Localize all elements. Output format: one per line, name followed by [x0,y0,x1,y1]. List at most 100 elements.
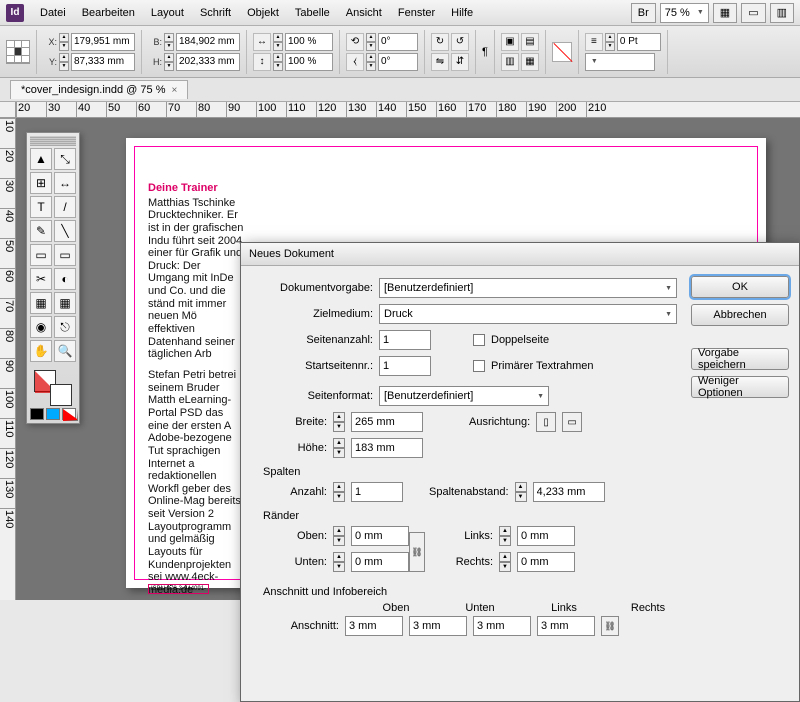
gutter-spinner[interactable]: ▲▼ [515,482,527,502]
count-input[interactable] [351,482,403,502]
margin-left-spinner[interactable]: ▲▼ [499,526,511,546]
rot-input[interactable] [378,33,418,51]
height-spinner[interactable]: ▲▼ [333,438,345,458]
bridge-button[interactable]: Br [631,3,656,23]
rotate-cw-icon[interactable]: ↻ [431,33,449,51]
rot-spinner[interactable]: ▲▼ [366,33,376,51]
bleed-left-input[interactable] [473,616,531,636]
flip-h-icon[interactable]: ⇋ [431,53,449,71]
menu-bearbeiten[interactable]: Bearbeiten [74,3,143,23]
margin-top-input[interactable] [351,526,409,546]
tool-14[interactable]: ◉ [30,316,52,338]
primary-frame-checkbox[interactable] [473,360,485,372]
tool-6[interactable]: ✎ [30,220,52,242]
size-dropdown[interactable]: [Benutzerdefiniert] [379,386,549,406]
tool-4[interactable]: T [30,196,52,218]
zoom-dropdown[interactable]: 75 % [660,3,709,23]
rotate-ccw-icon[interactable]: ↺ [451,33,469,51]
stroke-spinner[interactable]: ▲▼ [605,33,615,51]
tool-11[interactable]: ◐ [54,268,76,290]
fewer-options-button[interactable]: Weniger Optionen [691,376,789,398]
menu-hilfe[interactable]: Hilfe [443,3,481,23]
wrap-icon-4[interactable]: ▦ [521,53,539,71]
panel-grip[interactable] [30,136,76,146]
bleed-bottom-input[interactable] [409,616,467,636]
fill-none-icon[interactable] [552,42,572,62]
tool-2[interactable]: ⊞ [30,172,52,194]
x-input[interactable] [71,33,135,51]
orient-portrait-icon[interactable]: ▯ [536,412,556,432]
menu-tabelle[interactable]: Tabelle [287,3,338,23]
margin-right-input[interactable] [517,552,575,572]
arrange-icon[interactable]: ▥ [770,3,794,23]
margin-top-spinner[interactable]: ▲▼ [333,526,345,546]
start-input[interactable] [379,356,431,376]
gutter-input[interactable] [533,482,605,502]
view-mode-icon[interactable]: ▦ [713,3,737,23]
save-preset-button[interactable]: Vorgabe speichern [691,348,789,370]
tool-1[interactable]: ⤡ [54,148,76,170]
menu-fenster[interactable]: Fenster [390,3,443,23]
tool-8[interactable]: ▭ [30,244,52,266]
orient-landscape-icon[interactable]: ▭ [562,412,582,432]
x-spinner[interactable]: ▲▼ [59,33,69,51]
y-input[interactable] [71,53,135,71]
menu-objekt[interactable]: Objekt [239,3,287,23]
menu-datei[interactable]: Datei [32,3,74,23]
tool-5[interactable]: / [54,196,76,218]
facing-checkbox[interactable] [473,334,485,346]
menu-ansicht[interactable]: Ansicht [338,3,390,23]
shear-spinner[interactable]: ▲▼ [366,53,376,71]
screen-mode-icon[interactable]: ▭ [741,3,765,23]
margin-right-spinner[interactable]: ▲▼ [499,552,511,572]
tool-13[interactable]: ▦ [54,292,76,314]
tool-7[interactable]: ╲ [54,220,76,242]
count-spinner[interactable]: ▲▼ [333,482,345,502]
margin-bottom-spinner[interactable]: ▲▼ [333,552,345,572]
w-spinner[interactable]: ▲▼ [164,33,174,51]
reference-point-grid[interactable] [6,40,30,64]
tool-3[interactable]: ↔ [54,172,76,194]
preset-dropdown[interactable]: [Benutzerdefiniert] [379,278,677,298]
wrap-icon-1[interactable]: ▣ [501,33,519,51]
wrap-icon-3[interactable]: ▥ [501,53,519,71]
scalex-spinner[interactable]: ▲▼ [273,33,283,51]
menu-schrift[interactable]: Schrift [192,3,239,23]
height-input[interactable] [351,438,423,458]
tool-0[interactable]: ▲ [30,148,52,170]
tool-10[interactable]: ✂ [30,268,52,290]
intent-dropdown[interactable]: Druck [379,304,677,324]
cancel-button[interactable]: Abbrechen [691,304,789,326]
ok-button[interactable]: OK [691,276,789,298]
shear-input[interactable] [378,53,418,71]
color-mode-row[interactable] [30,408,76,420]
stroke-input[interactable] [617,33,661,51]
stroke-style-dd[interactable] [585,53,655,71]
width-input[interactable] [351,412,423,432]
tool-panel[interactable]: ▲⤡⊞↔T/✎╲▭▭✂◐▦▦◉⎋✋🔍 [26,132,80,424]
tool-17[interactable]: 🔍 [54,340,76,362]
margin-bottom-input[interactable] [351,552,409,572]
menu-layout[interactable]: Layout [143,3,192,23]
tool-16[interactable]: ✋ [30,340,52,362]
bleed-link-icon[interactable]: ⛓ [601,616,619,636]
bleed-top-input[interactable] [345,616,403,636]
h-spinner[interactable]: ▲▼ [164,53,174,71]
wrap-icon-2[interactable]: ▤ [521,33,539,51]
margins-link-icon[interactable]: ⛓ [409,532,425,572]
h-input[interactable] [176,53,240,71]
tool-15[interactable]: ⎋ [54,316,76,338]
y-spinner[interactable]: ▲▼ [59,53,69,71]
flip-v-icon[interactable]: ⇵ [451,53,469,71]
scalex-input[interactable] [285,33,333,51]
margin-left-input[interactable] [517,526,575,546]
tool-12[interactable]: ▦ [30,292,52,314]
width-spinner[interactable]: ▲▼ [333,412,345,432]
tool-9[interactable]: ▭ [54,244,76,266]
document-tab[interactable]: *cover_indesign.indd @ 75 % × [10,80,188,99]
pages-input[interactable] [379,330,431,350]
scaley-input[interactable] [285,53,333,71]
bleed-right-input[interactable] [537,616,595,636]
tab-close-icon[interactable]: × [171,85,177,96]
w-input[interactable] [176,33,240,51]
